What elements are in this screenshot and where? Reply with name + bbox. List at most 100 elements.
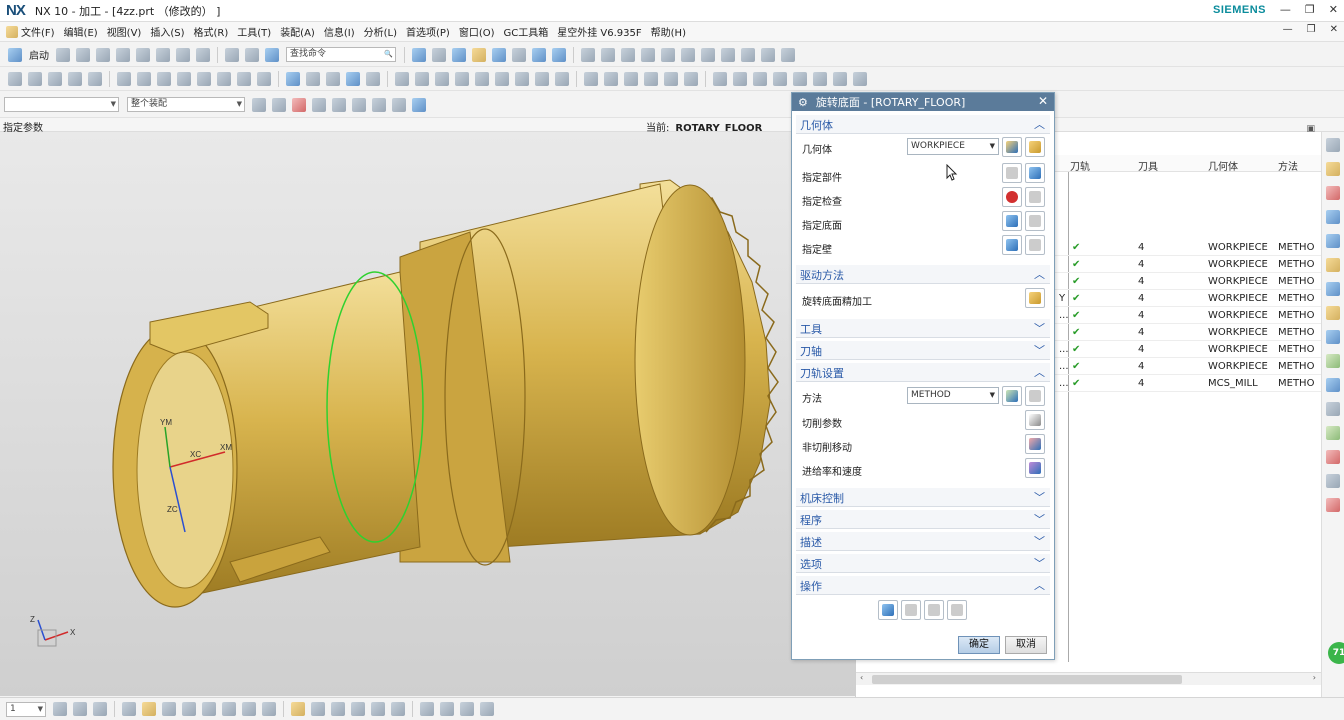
offset-curve-icon[interactable] (495, 71, 509, 86)
section-tool-header[interactable]: 工具 ﹀ (796, 319, 1050, 338)
analysis-bar-icon[interactable] (1326, 426, 1340, 440)
remove-select-icon[interactable] (332, 97, 346, 112)
method-select[interactable]: METHOD ▼ (907, 387, 999, 404)
ok-button[interactable]: 确定 (958, 636, 1000, 654)
menu-tools[interactable]: 工具(T) (237, 24, 271, 39)
edit-geometry-button[interactable] (1025, 137, 1045, 157)
menu-insert[interactable]: 插入(S) (150, 24, 184, 39)
ruler-icon[interactable] (262, 702, 276, 716)
filter-icon[interactable] (252, 97, 266, 112)
settings-gear-icon[interactable] (1326, 138, 1340, 152)
section-icon[interactable] (684, 71, 698, 86)
menu-help[interactable]: 帮助(H) (651, 24, 686, 39)
redo-icon[interactable] (245, 47, 259, 62)
display-part-button[interactable] (1025, 163, 1045, 183)
type-filter-select[interactable]: ▼ (4, 97, 119, 112)
web-browser-icon[interactable] (1326, 330, 1340, 344)
palette-icon[interactable] (1326, 306, 1340, 320)
project-curve-icon[interactable] (515, 71, 529, 86)
assembly-tool-icon[interactable] (420, 702, 434, 716)
csys-icon[interactable] (664, 71, 678, 86)
selection-scope-select[interactable]: 整个装配 ▼ (127, 97, 245, 112)
menu-file[interactable]: 文件(F) (21, 24, 55, 39)
layer-icon[interactable] (833, 71, 847, 86)
non-cutting-button[interactable] (1025, 434, 1045, 454)
constraint-icon[interactable] (460, 702, 474, 716)
menu-assembly[interactable]: 装配(A) (280, 24, 315, 39)
dialog-title-bar[interactable]: ⚙ 旋转底面 - [ROTARY_FLOOR] ✕ (792, 93, 1054, 111)
reuse-library-icon[interactable] (1326, 282, 1340, 296)
save-icon[interactable] (96, 47, 110, 62)
hide-icon[interactable] (793, 71, 807, 86)
select-icon[interactable] (265, 47, 279, 62)
snap-point-icon[interactable] (312, 97, 326, 112)
rect-select-icon[interactable] (352, 97, 366, 112)
fit-icon[interactable] (552, 47, 566, 62)
cancel-button[interactable]: 取消 (1005, 636, 1047, 654)
box-select-icon[interactable] (392, 97, 406, 112)
section-description-header[interactable]: 描述 ﹀ (796, 532, 1050, 551)
system-materials-icon[interactable] (1326, 450, 1340, 464)
specify-check-button[interactable] (1002, 187, 1022, 207)
cleanup-icon[interactable] (773, 71, 787, 86)
operation-navigator-icon[interactable] (1326, 234, 1340, 248)
output-cls-icon[interactable] (326, 71, 340, 86)
feeds-speeds-button[interactable] (1025, 458, 1045, 478)
crosshair-icon[interactable] (331, 702, 345, 716)
revolve-icon[interactable] (621, 47, 635, 62)
help-icon[interactable] (1326, 498, 1340, 512)
col-tool[interactable]: 刀具 (1138, 158, 1158, 173)
menu-plugin[interactable]: 星空外挂 V6.935F (557, 24, 641, 39)
edit-method-button[interactable] (1025, 386, 1045, 406)
arc-icon[interactable] (435, 71, 449, 86)
col-toolpath[interactable]: 刀轨 (1070, 158, 1090, 173)
hole-icon[interactable] (641, 47, 655, 62)
display-floor-button[interactable] (1025, 211, 1045, 231)
part-icon[interactable] (492, 47, 506, 62)
verify-icon[interactable] (237, 71, 251, 86)
section-drive-method-header[interactable]: 驱动方法 ︿ (796, 265, 1050, 284)
section-options-header[interactable]: 选项 ﹀ (796, 554, 1050, 573)
create-tool-icon[interactable] (28, 71, 42, 86)
edit-drive-button[interactable] (1025, 288, 1045, 308)
add-select-icon[interactable] (292, 97, 306, 112)
geometry-select[interactable]: WORKPIECE ▼ (907, 138, 999, 155)
create-method-icon[interactable] (68, 71, 82, 86)
navigator-menu-icon[interactable]: ▣ (1306, 124, 1315, 134)
component-icon[interactable] (440, 702, 454, 716)
display-check-button[interactable] (1025, 187, 1045, 207)
start-icon[interactable] (8, 47, 22, 62)
doc-close-button[interactable]: ✕ (1330, 24, 1338, 35)
doc-restore-button[interactable]: ❐ (1307, 24, 1316, 35)
menu-information[interactable]: 信息(I) (324, 24, 355, 39)
shop-doc-icon[interactable] (306, 71, 320, 86)
shaded-cube-icon[interactable] (452, 47, 466, 62)
doc-minimize-button[interactable]: — (1283, 24, 1293, 35)
section-geometry-header[interactable]: 几何体 ︿ (796, 115, 1050, 134)
generate-button[interactable] (878, 600, 898, 620)
scroll-right-icon[interactable]: › (1313, 673, 1316, 682)
menu-view[interactable]: 视图(V) (107, 24, 142, 39)
navigator-horizontal-scrollbar[interactable]: ‹ › (856, 672, 1322, 685)
paste-icon[interactable] (176, 47, 190, 62)
process-studio-icon[interactable] (1326, 378, 1340, 392)
clock-icon[interactable] (1326, 402, 1340, 416)
display-wall-button[interactable] (1025, 235, 1045, 255)
edit-curve-icon[interactable] (535, 71, 549, 86)
circle-icon[interactable] (455, 71, 469, 86)
explode-icon[interactable] (480, 702, 494, 716)
postprocess-icon[interactable] (286, 71, 300, 86)
folder-icon[interactable] (472, 47, 486, 62)
solid-icon[interactable] (412, 97, 426, 112)
measure-icon[interactable] (781, 47, 795, 62)
ipw-icon[interactable] (366, 71, 380, 86)
select-all-icon[interactable] (272, 97, 286, 112)
gear-icon[interactable]: ⚙ (798, 96, 808, 109)
lasso-icon[interactable] (372, 97, 386, 112)
mirror-icon[interactable] (741, 47, 755, 62)
verify-button[interactable] (924, 600, 944, 620)
pattern-icon[interactable] (721, 47, 735, 62)
machine-tool-view-icon[interactable] (137, 71, 151, 86)
settings-icon[interactable] (391, 702, 405, 716)
restore-button[interactable]: ❐ (1305, 3, 1315, 16)
